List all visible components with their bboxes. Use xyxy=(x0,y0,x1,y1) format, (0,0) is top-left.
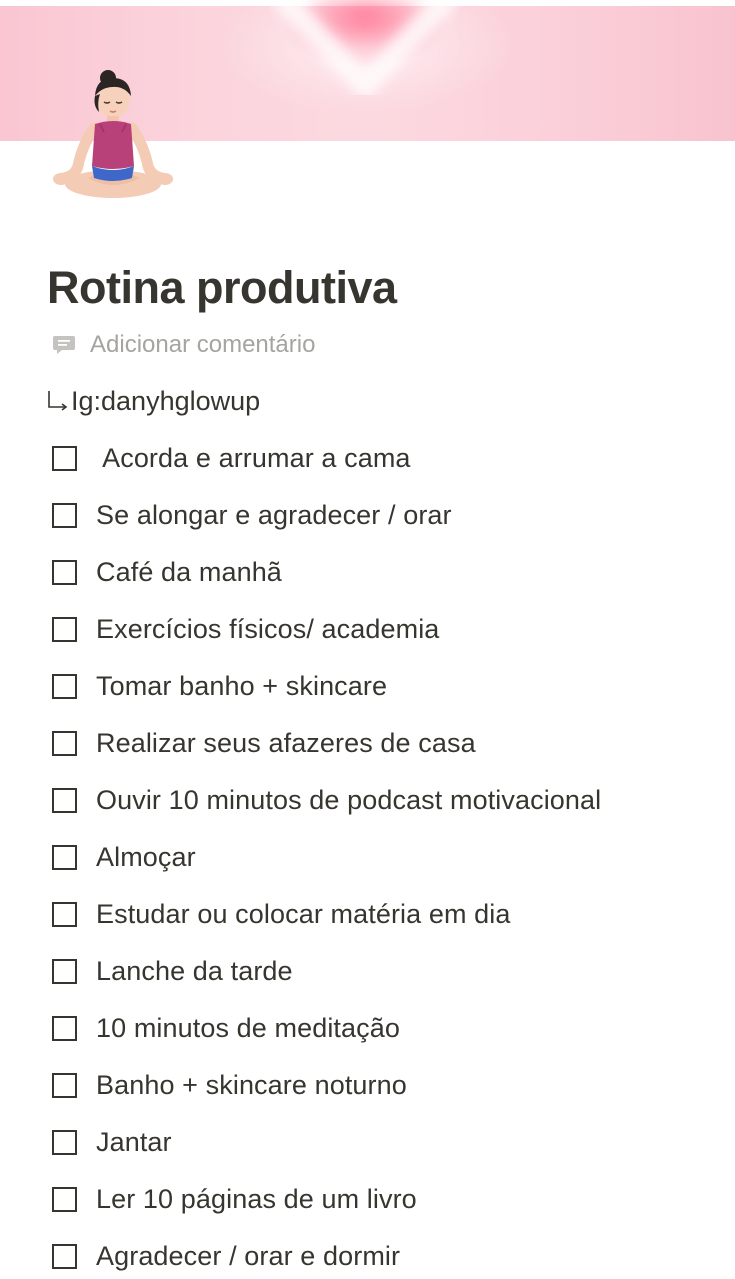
todo-item[interactable]: Jantar xyxy=(52,1122,172,1162)
todo-item[interactable]: Banho + skincare noturno xyxy=(52,1065,407,1105)
return-arrow-icon xyxy=(48,391,68,411)
todo-label[interactable]: Se alongar e agradecer / orar xyxy=(96,500,452,531)
meditating-woman-icon[interactable] xyxy=(48,66,178,202)
todo-label[interactable]: Agradecer / orar e dormir xyxy=(96,1241,400,1272)
todo-checkbox[interactable] xyxy=(52,1072,77,1098)
todo-checkbox[interactable] xyxy=(52,1243,77,1269)
todo-checkbox[interactable] xyxy=(52,730,77,756)
todo-checkbox[interactable] xyxy=(52,1015,77,1041)
todo-label[interactable]: Banho + skincare noturno xyxy=(96,1070,407,1101)
todo-item[interactable]: Exercícios físicos/ academia xyxy=(52,609,439,649)
todo-item[interactable]: 10 minutos de meditação xyxy=(52,1008,400,1048)
todo-label[interactable]: Jantar xyxy=(96,1127,172,1158)
todo-label[interactable]: Tomar banho + skincare xyxy=(96,671,387,702)
add-comment-button[interactable]: Adicionar comentário xyxy=(52,331,315,359)
todo-item[interactable]: Ouvir 10 minutos de podcast motivacional xyxy=(52,780,601,820)
todo-checkbox[interactable] xyxy=(52,787,77,813)
todo-label[interactable]: Ouvir 10 minutos de podcast motivacional xyxy=(96,785,601,816)
comment-icon xyxy=(53,336,75,354)
instagram-handle-text: Ig:danyhglowup xyxy=(71,385,261,416)
todo-label[interactable]: Café da manhã xyxy=(96,557,282,588)
todo-label[interactable]: 10 minutos de meditação xyxy=(96,1013,400,1044)
todo-label[interactable]: Estudar ou colocar matéria em dia xyxy=(96,899,511,930)
todo-checkbox[interactable] xyxy=(52,559,77,585)
todo-label[interactable]: Ler 10 páginas de um livro xyxy=(96,1184,417,1215)
todo-label[interactable]: Almoçar xyxy=(96,842,196,873)
page-title[interactable]: Rotina produtiva xyxy=(47,262,397,314)
todo-checkbox[interactable] xyxy=(52,616,77,642)
todo-checkbox[interactable] xyxy=(52,958,77,984)
instagram-handle[interactable]: Ig:danyhglowup xyxy=(46,384,260,418)
heart-icon xyxy=(272,0,458,103)
todo-checkbox[interactable] xyxy=(52,673,77,699)
todo-checkbox[interactable] xyxy=(52,502,77,528)
todo-label[interactable]: Exercícios físicos/ academia xyxy=(96,614,439,645)
todo-checkbox[interactable] xyxy=(52,445,77,471)
todo-item[interactable]: Estudar ou colocar matéria em dia xyxy=(52,894,511,934)
todo-item[interactable]: Agradecer / orar e dormir xyxy=(52,1236,400,1276)
todo-item[interactable]: Lanche da tarde xyxy=(52,951,293,991)
todo-item[interactable]: Realizar seus afazeres de casa xyxy=(52,723,476,763)
todo-label[interactable]: Lanche da tarde xyxy=(96,956,293,987)
todo-item[interactable]: Ler 10 páginas de um livro xyxy=(52,1179,417,1219)
todo-label[interactable]: Acorda e arrumar a cama xyxy=(96,443,411,474)
notion-page: Rotina produtiva Adicionar comentário Ig… xyxy=(0,0,735,1279)
todo-item[interactable]: Almoçar xyxy=(52,837,196,877)
todo-label[interactable]: Realizar seus afazeres de casa xyxy=(96,728,476,759)
add-comment-label: Adicionar comentário xyxy=(90,331,316,358)
todo-item[interactable]: Acorda e arrumar a cama xyxy=(52,438,411,478)
todo-checkbox[interactable] xyxy=(52,844,77,870)
todo-item[interactable]: Se alongar e agradecer / orar xyxy=(52,495,452,535)
todo-item[interactable]: Café da manhã xyxy=(52,552,282,592)
todo-item[interactable]: Tomar banho + skincare xyxy=(52,666,387,706)
todo-checkbox[interactable] xyxy=(52,1129,77,1155)
todo-checkbox[interactable] xyxy=(52,1186,77,1212)
todo-checkbox[interactable] xyxy=(52,901,77,927)
